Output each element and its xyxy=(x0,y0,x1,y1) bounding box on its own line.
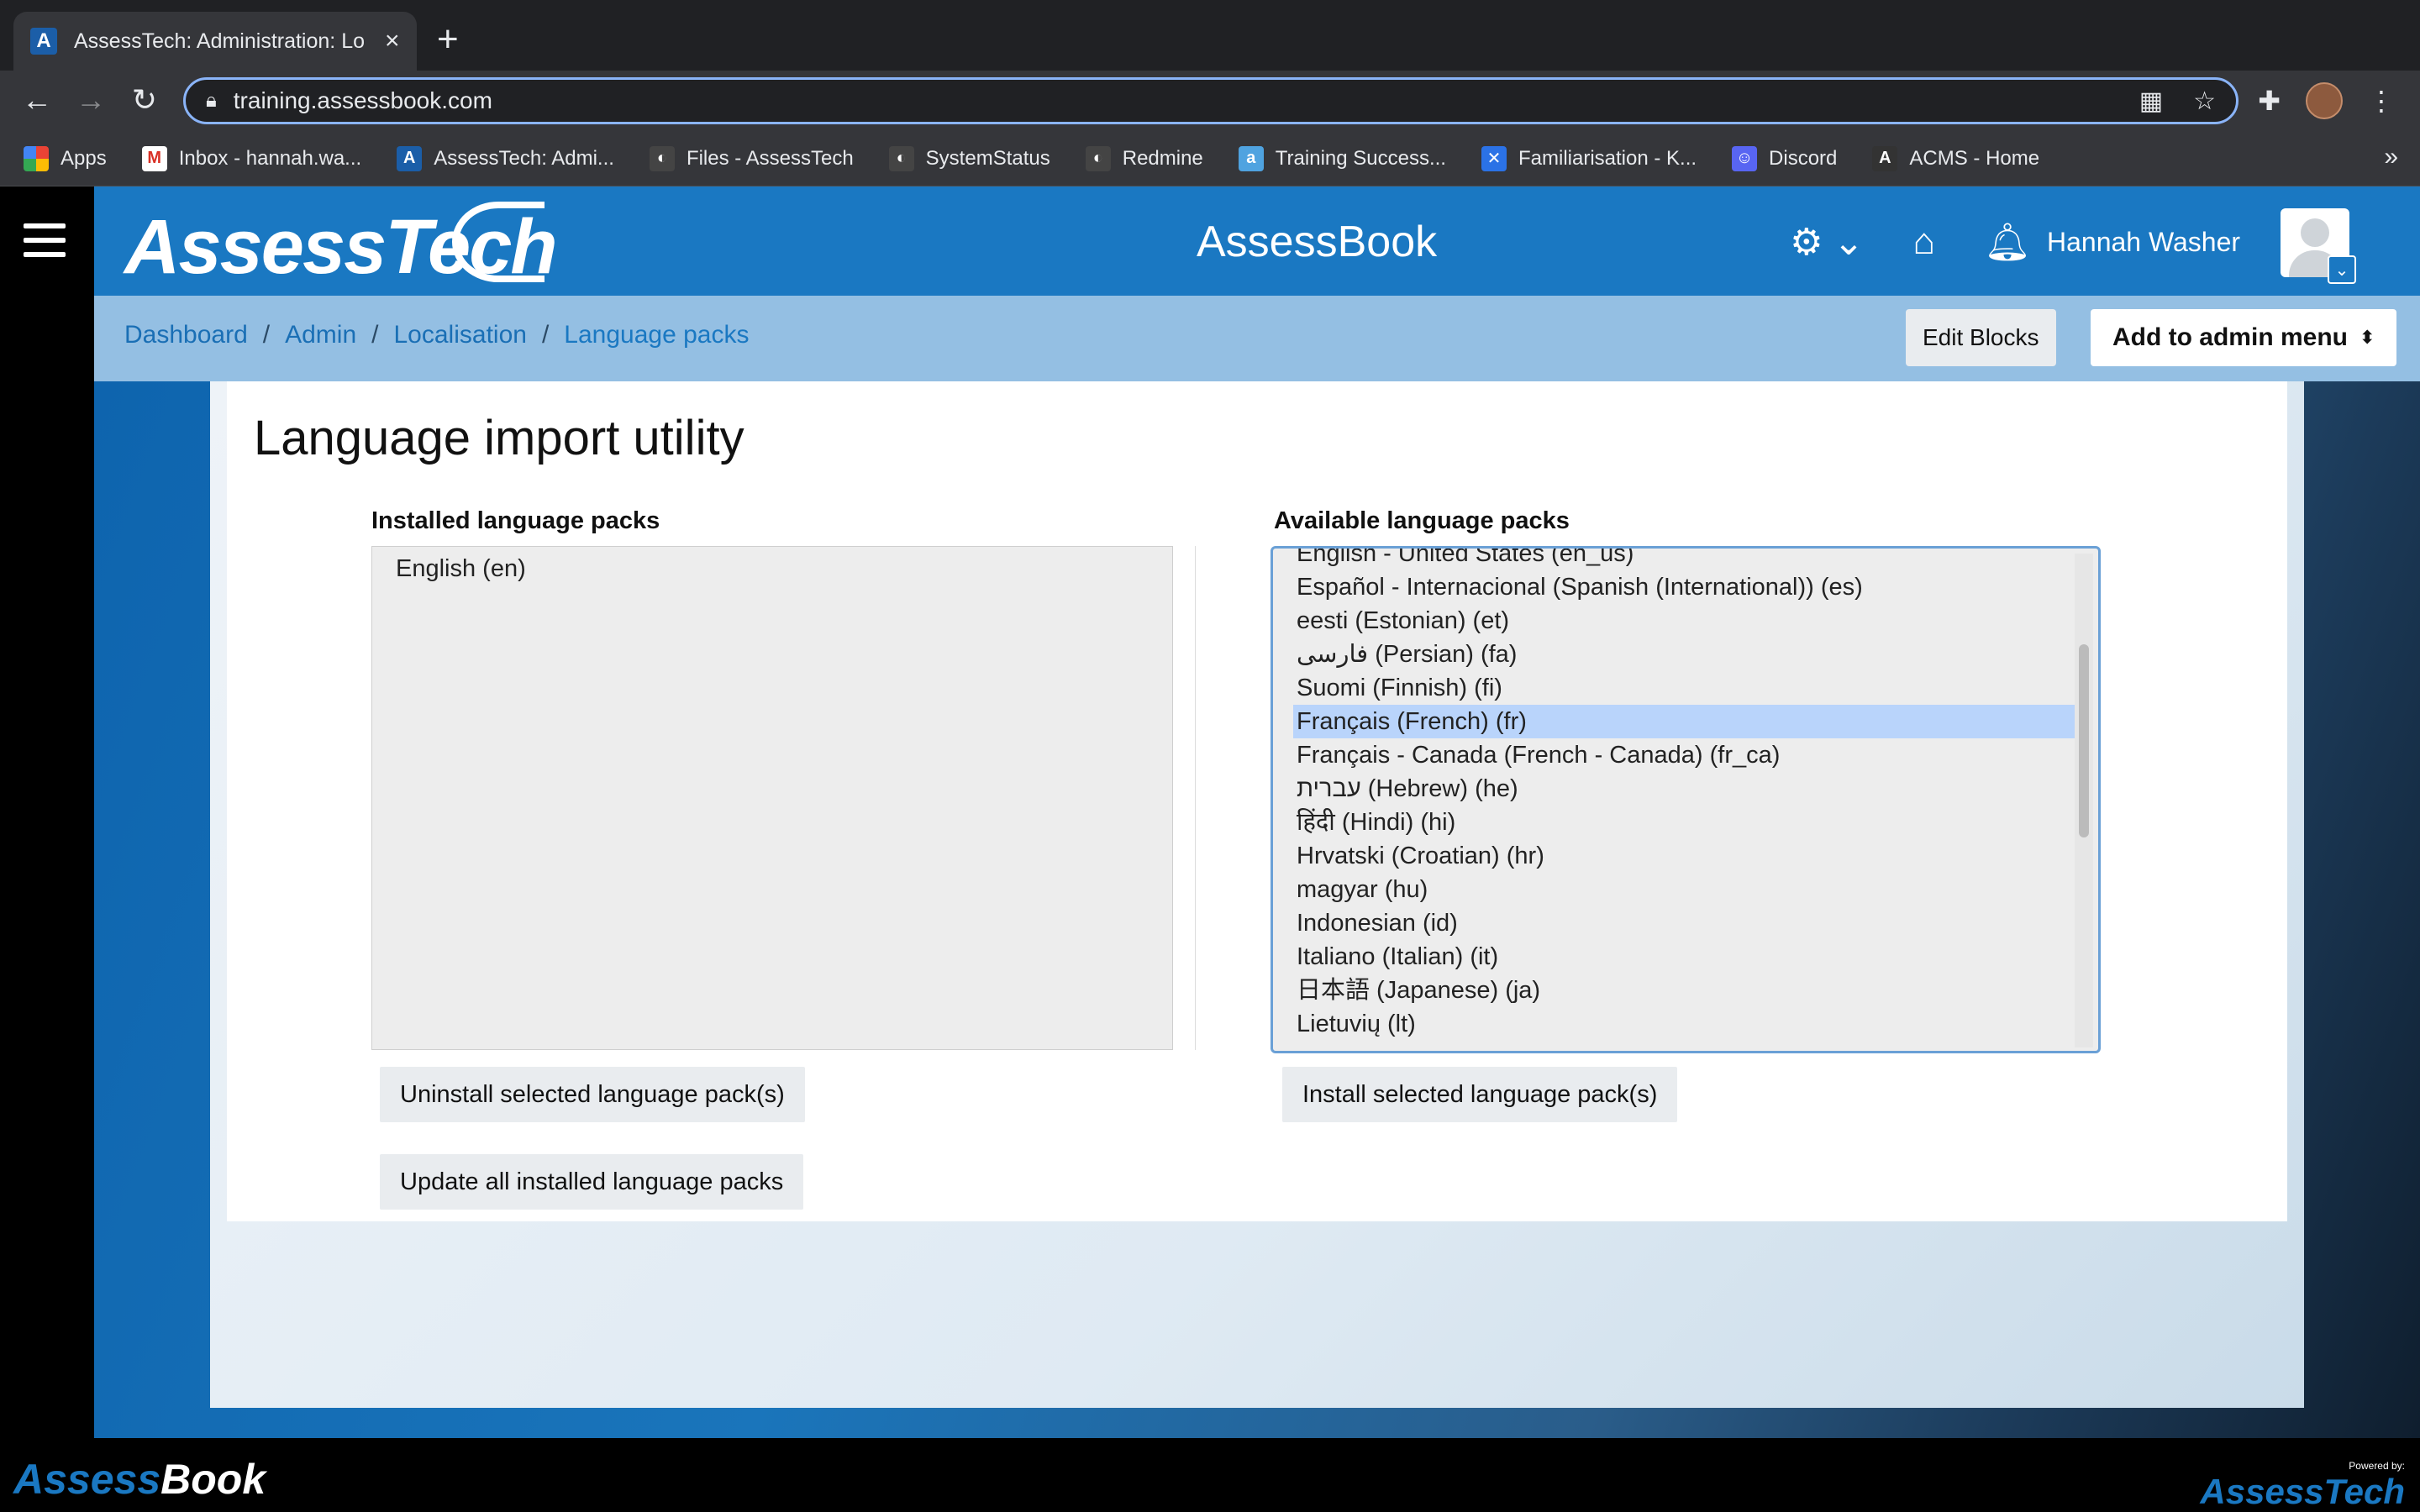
listbox-scrollbar[interactable] xyxy=(2075,554,2093,1047)
select-arrows-icon: ⬍ xyxy=(2360,327,2375,348)
notifications-bell-icon[interactable]: 🔔︎ xyxy=(1984,220,2031,264)
breadcrumb: Dashboard / Admin / Localisation / Langu… xyxy=(124,321,749,349)
site-header: AssessTech AssessBook ⚙︎ ⌄ ⌂ 🔔︎ Hannah W… xyxy=(94,186,2420,296)
breadcrumb-localisation[interactable]: Localisation xyxy=(394,321,527,349)
list-item[interactable]: 日本語 (Japanese) (ja) xyxy=(1273,974,2098,1007)
confluence-icon: ✕ xyxy=(1481,145,1507,171)
discord-icon: ☺ xyxy=(1732,145,1758,171)
bookmark-redmine[interactable]: ◐ Redmine xyxy=(1085,145,1203,171)
address-bar[interactable]: 🔒︎ training.assessbook.com ▦ ☆ xyxy=(183,77,2238,124)
list-item[interactable]: हिंदी (Hindi) (hi) xyxy=(1273,806,2098,839)
breadcrumb-separator: / xyxy=(371,321,379,349)
list-item[interactable]: Lietuvių (lt) xyxy=(1273,1007,2098,1041)
bookmark-inbox[interactable]: M Inbox - hannah.wa... xyxy=(141,145,361,171)
installed-packs-listbox[interactable]: English (en) xyxy=(371,546,1173,1050)
divider xyxy=(1195,546,1196,1050)
redmine-logo-icon: ◐ xyxy=(1085,145,1111,171)
acms-icon: A xyxy=(1872,145,1898,171)
back-icon[interactable]: ← xyxy=(18,82,55,118)
lock-icon: 🔒︎ xyxy=(206,89,217,112)
assesstech-icon: A xyxy=(397,145,423,171)
tab-title: AssessTech: Administration: Lo xyxy=(74,29,365,53)
browser-tab[interactable]: A AssessTech: Administration: Lo × xyxy=(13,12,417,71)
available-packs-listbox[interactable]: English - United States (en_us) Español -… xyxy=(1270,546,2101,1053)
bookmarks-more-icon[interactable]: » xyxy=(2384,143,2398,171)
training-logo-icon: a xyxy=(1238,145,1264,171)
assesstech-logo-mark-icon xyxy=(452,202,544,282)
breadcrumb-separator: / xyxy=(541,321,550,349)
list-item[interactable]: English (en) xyxy=(372,547,1172,589)
site-title: AssessBook xyxy=(1197,218,1438,266)
page: AssessTech AssessBook ⚙︎ ⌄ ⌂ 🔔︎ Hannah W… xyxy=(0,186,2420,1512)
user-name[interactable]: Hannah Washer xyxy=(2047,227,2240,258)
new-tab-icon[interactable]: + xyxy=(437,18,459,60)
main-card: Language import utility Installed langua… xyxy=(227,381,2287,1221)
close-tab-icon[interactable]: × xyxy=(385,27,400,55)
list-item[interactable]: Français (French) (fr) xyxy=(1293,705,2078,738)
apps-grid-icon xyxy=(24,145,49,171)
breadcrumb-language-packs[interactable]: Language packs xyxy=(564,321,749,349)
bookmark-acms-home[interactable]: A ACMS - Home xyxy=(1872,145,2039,171)
breadcrumb-dashboard[interactable]: Dashboard xyxy=(124,321,248,349)
browser-menu-icon[interactable]: ⋮ xyxy=(2368,85,2395,117)
user-menu-chevron-down-icon[interactable]: ⌄ xyxy=(2328,255,2356,284)
extensions-puzzle-icon[interactable]: ✚ xyxy=(2258,85,2281,117)
list-item[interactable]: Français - Canada (French - Canada) (fr_… xyxy=(1273,738,2098,772)
breadcrumb-separator: / xyxy=(262,321,271,349)
gmail-icon: M xyxy=(141,145,167,171)
update-all-installed-button[interactable]: Update all installed language packs xyxy=(380,1154,804,1210)
available-packs-label: Available language packs xyxy=(1274,507,1570,534)
hamburger-menu-icon[interactable] xyxy=(24,223,66,266)
list-item[interactable]: magyar (hu) xyxy=(1273,873,2098,906)
home-icon[interactable]: ⌂ xyxy=(1913,221,1936,263)
settings-gear-icon[interactable]: ⚙︎ ⌄ xyxy=(1790,221,1865,264)
assesstech-footer-logo[interactable]: AssessTech xyxy=(2200,1472,2405,1512)
assessbook-footer-logo[interactable]: AssessBook xyxy=(13,1455,266,1504)
files-logo-icon: ◐ xyxy=(649,145,675,171)
list-item[interactable]: فارسی (Persian) (fa) xyxy=(1273,638,2098,671)
bookmark-systemstatus[interactable]: ◐ SystemStatus xyxy=(888,145,1050,171)
site-footer: AssessBook Powered by: AssessTech xyxy=(0,1438,2420,1512)
browser-toolbar: ← → ↻ 🔒︎ training.assessbook.com ▦ ☆ ✚ ⋮ xyxy=(0,71,2420,131)
url-text: training.assessbook.com xyxy=(233,87,492,113)
bookmark-assesstech-admin[interactable]: A AssessTech: Admi... xyxy=(397,145,614,171)
list-item[interactable]: Español - Internacional (Spanish (Intern… xyxy=(1273,570,2098,604)
bookmarks-bar: Apps M Inbox - hannah.wa... A AssessTech… xyxy=(0,131,2420,186)
list-item[interactable]: Indonesian (id) xyxy=(1273,906,2098,940)
add-to-admin-menu-select[interactable]: Add to admin menu ⬍ xyxy=(2091,309,2397,366)
installed-packs-label: Installed language packs xyxy=(371,507,660,534)
bookmark-discord[interactable]: ☺ Discord xyxy=(1732,145,1837,171)
bookmark-familiarisation[interactable]: ✕ Familiarisation - K... xyxy=(1481,145,1697,171)
list-item[interactable]: Hrvatski (Croatian) (hr) xyxy=(1273,839,2098,873)
qr-code-icon[interactable]: ▦ xyxy=(2139,87,2163,116)
bookmark-files[interactable]: ◐ Files - AssessTech xyxy=(649,145,854,171)
page-title: Language import utility xyxy=(254,411,744,465)
list-item[interactable]: Suomi (Finnish) (fi) xyxy=(1273,671,2098,705)
systemstatus-logo-icon: ◐ xyxy=(888,145,914,171)
assesstech-favicon-icon: A xyxy=(30,28,57,55)
bookmark-training-success[interactable]: a Training Success... xyxy=(1238,145,1446,171)
breadcrumb-admin[interactable]: Admin xyxy=(285,321,356,349)
reload-icon[interactable]: ↻ xyxy=(126,82,163,118)
bookmark-star-icon[interactable]: ☆ xyxy=(2193,87,2216,116)
available-options: English - United States (en_us) Español -… xyxy=(1273,549,2098,1041)
breadcrumb-bar: Dashboard / Admin / Localisation / Langu… xyxy=(94,296,2420,381)
list-item[interactable]: English - United States (en_us) xyxy=(1273,549,2098,570)
powered-by: Powered by: AssessTech xyxy=(2200,1460,2405,1512)
list-item[interactable]: eesti (Estonian) (et) xyxy=(1273,604,2098,638)
scrollbar-thumb[interactable] xyxy=(2079,644,2089,837)
list-item[interactable]: עברית (Hebrew) (he) xyxy=(1273,772,2098,806)
forward-icon[interactable]: → xyxy=(72,82,109,118)
add-to-admin-menu-label: Add to admin menu xyxy=(2112,323,2348,351)
browser-tabbar: A AssessTech: Administration: Lo × + xyxy=(0,0,2420,71)
profile-avatar-icon[interactable] xyxy=(2306,82,2343,119)
install-selected-button[interactable]: Install selected language pack(s) xyxy=(1282,1067,1678,1122)
bookmark-apps[interactable]: Apps xyxy=(24,145,107,171)
edit-blocks-button[interactable]: Edit Blocks xyxy=(1906,309,2056,366)
uninstall-selected-button[interactable]: Uninstall selected language pack(s) xyxy=(380,1067,805,1122)
list-item[interactable]: Italiano (Italian) (it) xyxy=(1273,940,2098,974)
